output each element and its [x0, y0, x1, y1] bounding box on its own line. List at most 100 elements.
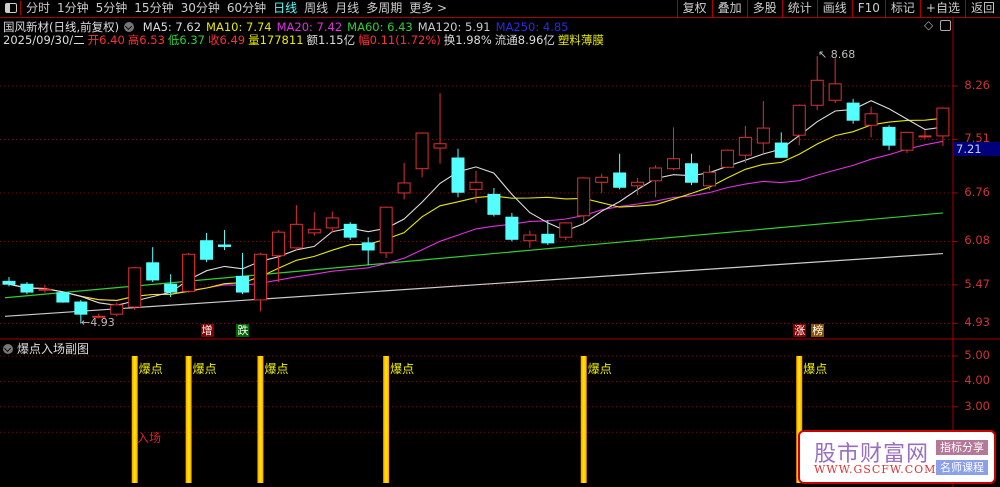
signal-bar-label: 爆点 [264, 362, 289, 376]
candle [343, 222, 357, 241]
candle [415, 132, 429, 178]
candle-body-up [702, 171, 716, 187]
sub-axis-label: 5.00 [964, 348, 990, 362]
signal-bar [257, 356, 264, 483]
price-axis-label: 6.76 [964, 184, 990, 199]
signal-tag: 跌 [236, 324, 250, 337]
current-price-label: 7.21 [954, 142, 1000, 156]
candle-body-down [487, 193, 501, 215]
candle [235, 252, 249, 295]
candle-body-up [631, 181, 645, 187]
watermark-url: WWW.GSCFW.COM [814, 463, 937, 476]
signal-bar [580, 356, 587, 483]
signal-tag: 增 [200, 324, 214, 337]
price-axis-label: 6.08 [964, 233, 990, 248]
candle [738, 125, 752, 164]
entry-label: 入场 [137, 431, 162, 445]
candle [271, 230, 285, 283]
candle-body-up [110, 304, 124, 315]
candle-body-up [828, 83, 842, 101]
candle-body-down [218, 244, 232, 247]
candle-body-up [720, 149, 734, 168]
candle-body-up [738, 136, 752, 156]
candle [505, 212, 519, 242]
candle [110, 302, 124, 317]
candle [56, 291, 70, 303]
candle-body-down [343, 223, 357, 238]
candle-body-up [936, 107, 950, 137]
chevron-down-icon[interactable] [3, 344, 13, 354]
candle [846, 98, 860, 124]
candle [20, 282, 34, 295]
candle-body-up [397, 182, 411, 194]
candle-body-up [559, 222, 573, 238]
candle [882, 125, 896, 151]
signal-bar-label: 爆点 [587, 362, 612, 376]
candle-body-down [882, 126, 896, 146]
candle-body-down [200, 240, 214, 260]
candle [864, 106, 878, 138]
candle [38, 284, 52, 293]
watermark-tag-course: 名师课程 [936, 460, 988, 475]
candle-body-down [846, 102, 860, 121]
candle-body-up [523, 234, 537, 242]
candle [541, 220, 555, 245]
signal-bar [383, 356, 390, 483]
candle-body-up [792, 104, 806, 136]
candle-body-up [128, 267, 142, 308]
candle [218, 230, 232, 250]
candle [684, 153, 698, 186]
candle [325, 211, 339, 233]
candle [182, 252, 196, 293]
candle [200, 232, 214, 263]
candle-body-up [595, 176, 609, 183]
sub-axis-label: 3.00 [964, 398, 990, 413]
candle [649, 165, 663, 198]
candle [702, 165, 716, 191]
candle [397, 163, 411, 200]
candle [613, 153, 627, 190]
candle [918, 130, 932, 139]
candle-body-down [774, 142, 788, 158]
candle [559, 222, 573, 241]
candle-body-up [307, 228, 321, 234]
signal-bar [185, 356, 192, 483]
candle-body-down [684, 163, 698, 183]
candle-body-down [235, 275, 249, 293]
candle-body-down [361, 242, 375, 251]
candle-body-up [469, 181, 483, 190]
signal-bar-label: 爆点 [803, 362, 828, 376]
watermark-tag-indicator: 指标分享 [936, 440, 988, 455]
candle [810, 56, 824, 111]
signal-bar-label: 爆点 [138, 362, 163, 376]
candle [667, 127, 681, 171]
sub-axis-label: 4.00 [964, 373, 990, 388]
candle-body-up [253, 253, 267, 301]
candle [720, 149, 734, 168]
signal-bar-label: 爆点 [390, 362, 415, 376]
candle [900, 131, 914, 154]
candle-body-up [918, 135, 932, 138]
candle-body-up [325, 217, 339, 229]
candle-body-up [415, 132, 429, 170]
candle-body-down [74, 301, 88, 315]
watermark-logo: 股市财富网 WWW.GSCFW.COM 指标分享 名师课程 [798, 430, 996, 484]
candle-body-up [433, 143, 447, 149]
candle-body-up [379, 206, 393, 254]
candle [253, 252, 267, 312]
candle-body-down [451, 157, 465, 193]
kline-chart[interactable] [0, 0, 1000, 487]
candle-body-up [667, 158, 681, 170]
candle-body-up [649, 167, 663, 182]
signal-bar-label: 爆点 [192, 362, 217, 376]
candle-body-down [20, 283, 34, 293]
sub-chart-title-text: 爆点入场副图 [17, 342, 90, 356]
candle [307, 212, 321, 236]
low-price-marker: ←4.93 [81, 316, 115, 329]
candle-body-down [505, 216, 519, 240]
candle [595, 173, 609, 193]
candle [756, 100, 770, 154]
candle-body-up [810, 79, 824, 106]
sub-chart-title[interactable]: 爆点入场副图 [3, 340, 89, 357]
price-axis-label: 8.26 [964, 78, 990, 92]
